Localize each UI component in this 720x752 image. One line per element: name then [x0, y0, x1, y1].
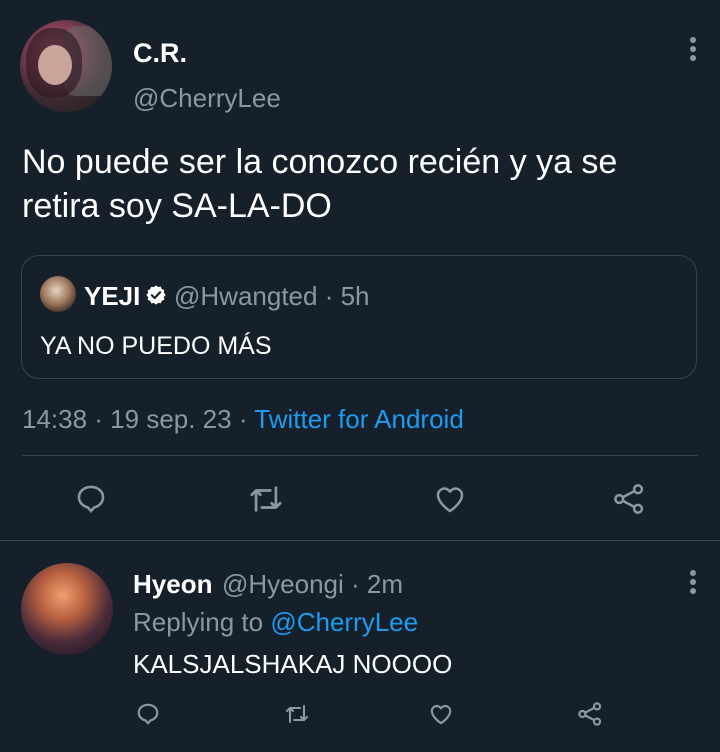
- reply-retweet-icon[interactable]: [282, 702, 312, 726]
- retweet-icon[interactable]: [246, 482, 286, 516]
- reply-more-options-icon[interactable]: [688, 570, 698, 598]
- quoted-meta: @Hwangted · 5h: [174, 281, 370, 312]
- author-handle[interactable]: @CherryLee: [133, 83, 281, 114]
- divider: [22, 455, 698, 456]
- section-divider: [0, 540, 720, 541]
- share-icon[interactable]: [610, 481, 648, 517]
- reply-handle[interactable]: @Hyeongi: [222, 569, 344, 599]
- more-options-icon[interactable]: [688, 37, 698, 65]
- verified-badge-icon: [146, 285, 166, 305]
- reply-reply-icon[interactable]: [135, 701, 161, 727]
- timestamp-text: 14:38 · 19 sep. 23 ·: [22, 404, 255, 434]
- reply-author-name[interactable]: Hyeon: [133, 569, 212, 600]
- replying-to-link[interactable]: @CherryLee: [270, 607, 418, 637]
- reply-meta: @Hyeongi · 2m: [222, 569, 403, 600]
- author-name[interactable]: C.R.: [133, 38, 187, 69]
- like-icon[interactable]: [433, 482, 467, 516]
- reply-time: · 2m: [351, 569, 404, 599]
- quoted-handle: @Hwangted: [174, 281, 318, 311]
- tweet-text: No puede ser la conozco recién y ya se r…: [22, 143, 618, 225]
- reply-icon[interactable]: [74, 482, 108, 516]
- quoted-avatar: [40, 276, 76, 312]
- quoted-time: · 5h: [324, 281, 370, 311]
- reply-avatar[interactable]: [21, 563, 113, 655]
- reply-text: KALSJALSHAKAJ NOOOO: [133, 649, 453, 679]
- avatar[interactable]: [20, 20, 112, 112]
- replying-prefix: Replying to: [133, 607, 271, 637]
- quoted-tweet-text: YA NO PUEDO MÁS: [40, 332, 272, 360]
- replying-to: Replying to @CherryLee: [133, 607, 418, 638]
- source-link[interactable]: Twitter for Android: [254, 404, 464, 434]
- reply-share-icon[interactable]: [576, 700, 604, 728]
- tweet-timestamp: 14:38 · 19 sep. 23 · Twitter for Android: [22, 404, 464, 435]
- reply-like-icon[interactable]: [428, 701, 454, 727]
- quoted-author-name: YEJI: [84, 281, 141, 311]
